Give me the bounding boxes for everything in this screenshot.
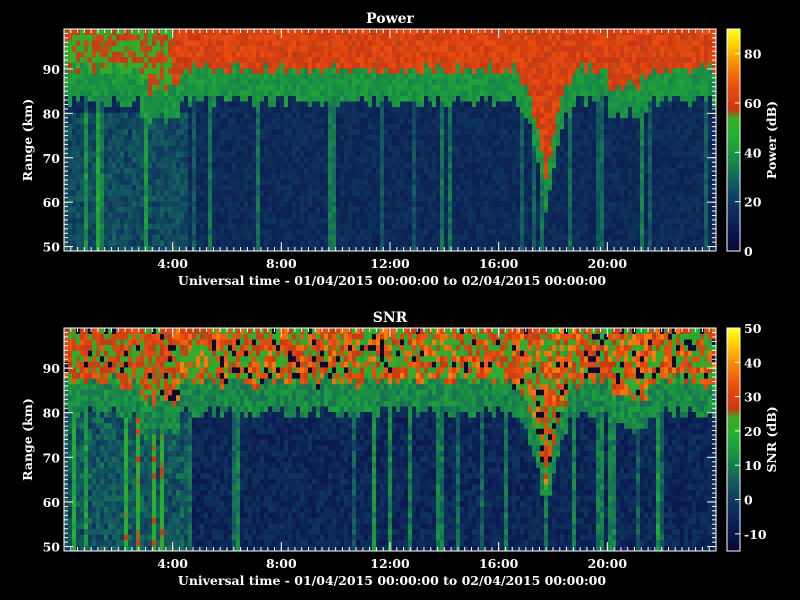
y-axis-label: Range (km) [20, 99, 35, 182]
x-axis-label: Universal time - 01/04/2015 00:00:00 to … [178, 273, 606, 288]
colorbar-tick-label: 20 [744, 195, 762, 210]
y-tick-label: 60 [43, 195, 61, 210]
y-tick-label: 80 [43, 406, 61, 421]
y-tick-label: 90 [43, 361, 61, 376]
colorbar-label: SNR (dB) [764, 406, 779, 472]
snr-colorbar: -10 0 10 20 30 40 50 SNR (dB) [726, 321, 779, 552]
colorbar-tick-label: 50 [744, 321, 762, 336]
x-tick-label: 8:00 [266, 556, 297, 571]
power-title: Power [366, 11, 414, 27]
colorbar-tick-label: 40 [744, 145, 762, 160]
x-tick-label: 16:00 [479, 256, 519, 271]
colorbar-tick-label: 10 [744, 458, 762, 473]
y-tick-label: 70 [43, 151, 61, 166]
x-axis-label: Universal time - 01/04/2015 00:00:00 to … [178, 573, 606, 588]
x-tick-label: 8:00 [266, 256, 297, 271]
snr-title: SNR [373, 310, 408, 326]
colorbar-tick-label: 80 [744, 47, 762, 62]
snr-panel: SNR 4:00 8:00 12:00 16:00 20:00 50 60 70 80 90 Univ… [20, 310, 779, 588]
colorbar-tick-label: 20 [744, 424, 762, 439]
colorbar-tick-label: 0 [744, 493, 753, 508]
snr-heatmap [64, 328, 717, 552]
power-heatmap [64, 29, 717, 252]
figure: Power 4:00 8:00 12:00 16:00 20:00 50 60 70 80 90 Un… [20, 11, 779, 588]
y-tick-label: 90 [43, 62, 61, 77]
y-tick-label: 60 [43, 495, 61, 510]
x-tick-label: 12:00 [370, 556, 410, 571]
y-tick-label: 50 [43, 240, 61, 255]
colorbar-tick-label: 40 [744, 355, 762, 370]
colorbar-tick-label: 60 [744, 96, 762, 111]
y-axis-label: Range (km) [20, 398, 35, 481]
x-tick-label: 16:00 [479, 556, 519, 571]
colorbar-tick-label: -10 [744, 527, 767, 542]
x-tick-label: 20:00 [588, 256, 628, 271]
y-tick-label: 80 [43, 106, 61, 121]
power-colorbar: 0 20 40 60 80 Power (dB) [726, 28, 779, 259]
colorbar-tick-label: 0 [744, 244, 753, 259]
y-tick-label: 70 [43, 450, 61, 465]
y-tick-label: 50 [43, 540, 61, 555]
colorbar-label: Power (dB) [764, 101, 779, 179]
x-tick-label: 4:00 [157, 556, 188, 571]
colorbar-tick-label: 30 [744, 390, 762, 405]
x-tick-label: 20:00 [588, 556, 628, 571]
power-panel: Power 4:00 8:00 12:00 16:00 20:00 50 60 70 80 90 Un… [20, 11, 779, 288]
x-tick-label: 4:00 [157, 256, 188, 271]
x-tick-label: 12:00 [370, 256, 410, 271]
